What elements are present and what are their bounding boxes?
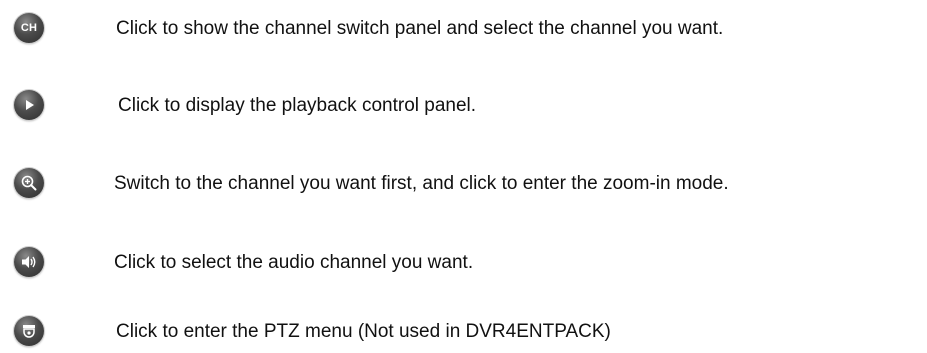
playback-icon xyxy=(14,90,44,120)
description-text: Click to display the playback control pa… xyxy=(118,95,477,116)
channel-switch-icon-label: CH xyxy=(20,22,38,34)
description-text: Click to enter the PTZ menu (Not used in… xyxy=(116,321,611,342)
list-item: Switch to the channel you want first, an… xyxy=(0,163,927,203)
list-item: Click to select the audio channel you wa… xyxy=(0,242,927,282)
ptz-icon xyxy=(14,316,44,346)
description-text: Switch to the channel you want first, an… xyxy=(114,173,729,194)
channel-switch-icon: CH xyxy=(14,13,44,43)
zoom-in-icon xyxy=(14,168,44,198)
audio-icon xyxy=(14,247,44,277)
list-item: Click to enter the PTZ menu (Not used in… xyxy=(0,311,927,351)
description-text: Click to show the channel switch panel a… xyxy=(116,18,724,39)
description-text: Click to select the audio channel you wa… xyxy=(114,252,474,273)
list-item: CH Click to show the channel switch pane… xyxy=(0,8,927,48)
list-item: Click to display the playback control pa… xyxy=(0,85,927,125)
